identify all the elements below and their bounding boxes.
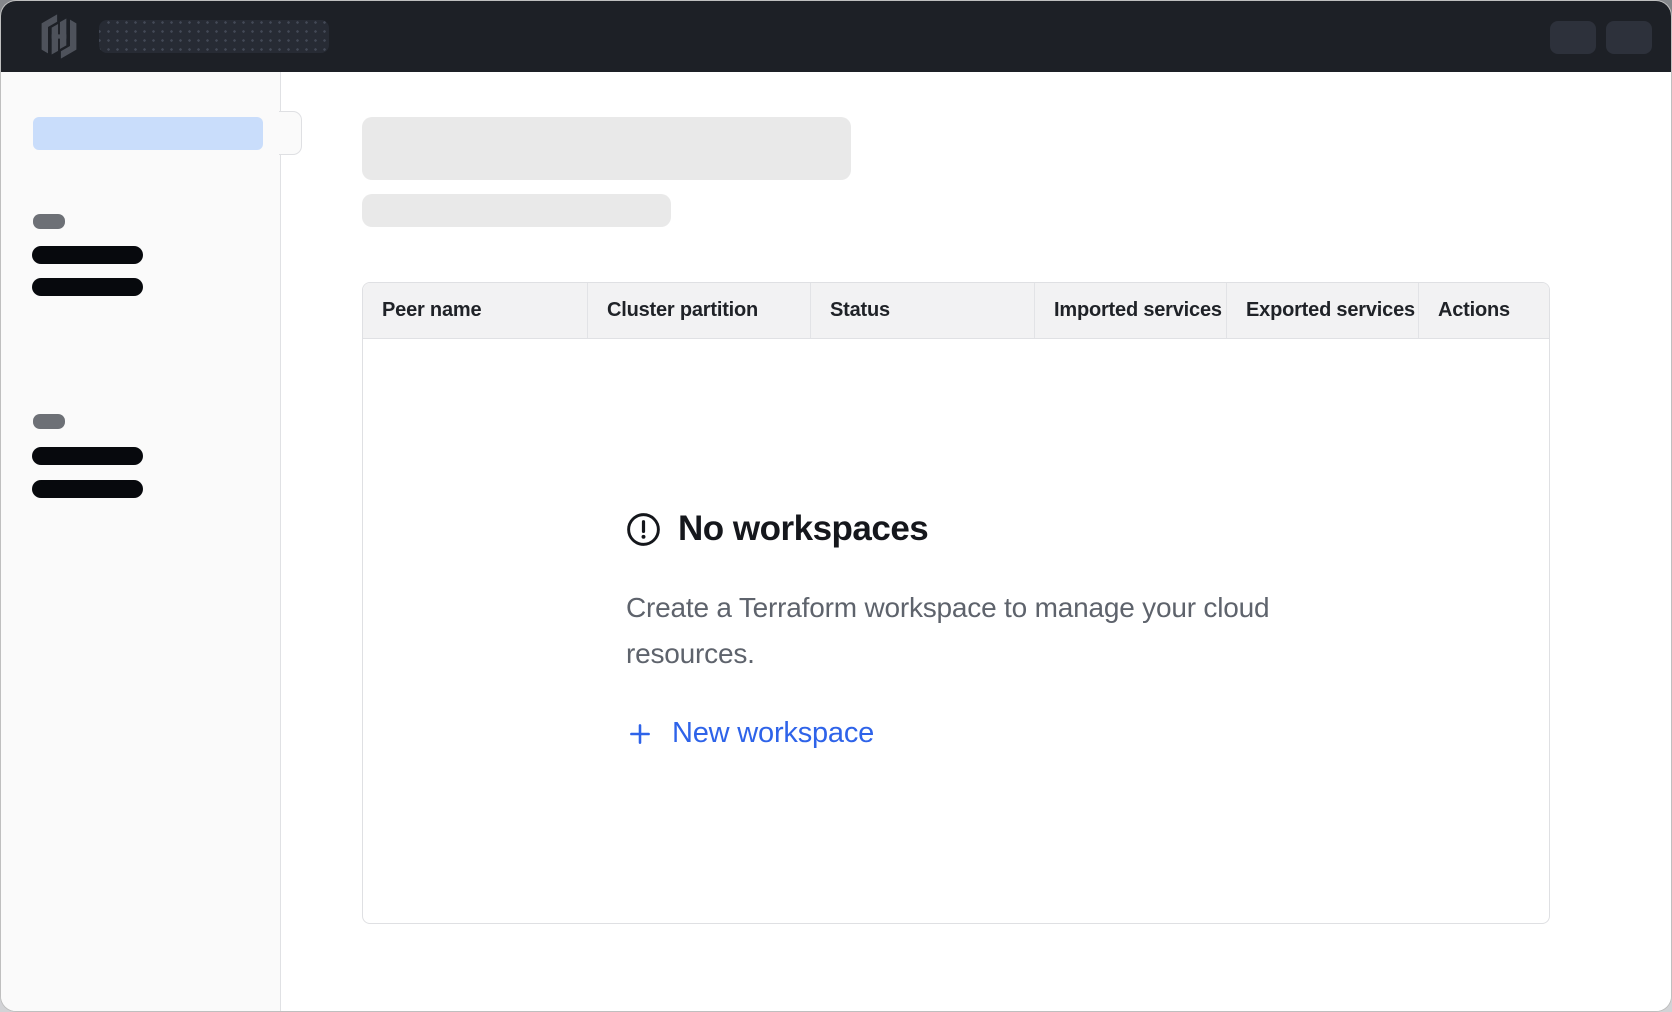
empty-state-title: No workspaces (678, 509, 928, 549)
table-body: No workspaces Create a Terraform workspa… (363, 339, 1549, 923)
column-header-actions: Actions (1418, 283, 1549, 338)
topbar-action-button-1[interactable] (1550, 21, 1596, 54)
sidebar-nav-item-4[interactable] (32, 480, 143, 498)
column-header-imported-services: Imported services (1034, 283, 1226, 338)
empty-state-header: No workspaces (626, 509, 1286, 549)
top-navigation-bar (1, 1, 1671, 72)
new-workspace-label: New workspace (672, 717, 874, 750)
alert-circle-icon (626, 512, 661, 547)
column-header-exported-services: Exported services (1226, 283, 1418, 338)
sidebar-nav-item-1[interactable] (32, 246, 143, 264)
hashicorp-logo-icon (38, 13, 80, 60)
sidebar-nav-item-2[interactable] (32, 278, 143, 296)
new-workspace-button[interactable]: New workspace (626, 717, 874, 750)
empty-state: No workspaces Create a Terraform workspa… (626, 509, 1286, 753)
sidebar-toggle-handle[interactable] (279, 111, 302, 155)
peers-table: Peer name Cluster partition Status Impor… (362, 282, 1550, 924)
column-header-status: Status (810, 283, 1034, 338)
page-subtitle-placeholder (362, 194, 671, 227)
topbar-context-placeholder[interactable] (99, 20, 329, 53)
sidebar (1, 72, 281, 1011)
main-content: Peer name Cluster partition Status Impor… (281, 72, 1671, 1011)
empty-state-description: Create a Terraform workspace to manage y… (626, 585, 1286, 677)
plus-icon (626, 720, 654, 748)
column-header-peer-name: Peer name (363, 283, 587, 338)
column-header-cluster-partition: Cluster partition (587, 283, 810, 338)
app-window: Peer name Cluster partition Status Impor… (0, 0, 1672, 1012)
sidebar-active-nav-item[interactable] (33, 117, 263, 150)
sidebar-section-label-1 (33, 214, 65, 229)
sidebar-nav-item-3[interactable] (32, 447, 143, 465)
sidebar-section-label-2 (33, 414, 65, 429)
topbar-action-button-2[interactable] (1606, 21, 1652, 54)
table-header-row: Peer name Cluster partition Status Impor… (363, 283, 1549, 339)
page-title-placeholder (362, 117, 851, 180)
